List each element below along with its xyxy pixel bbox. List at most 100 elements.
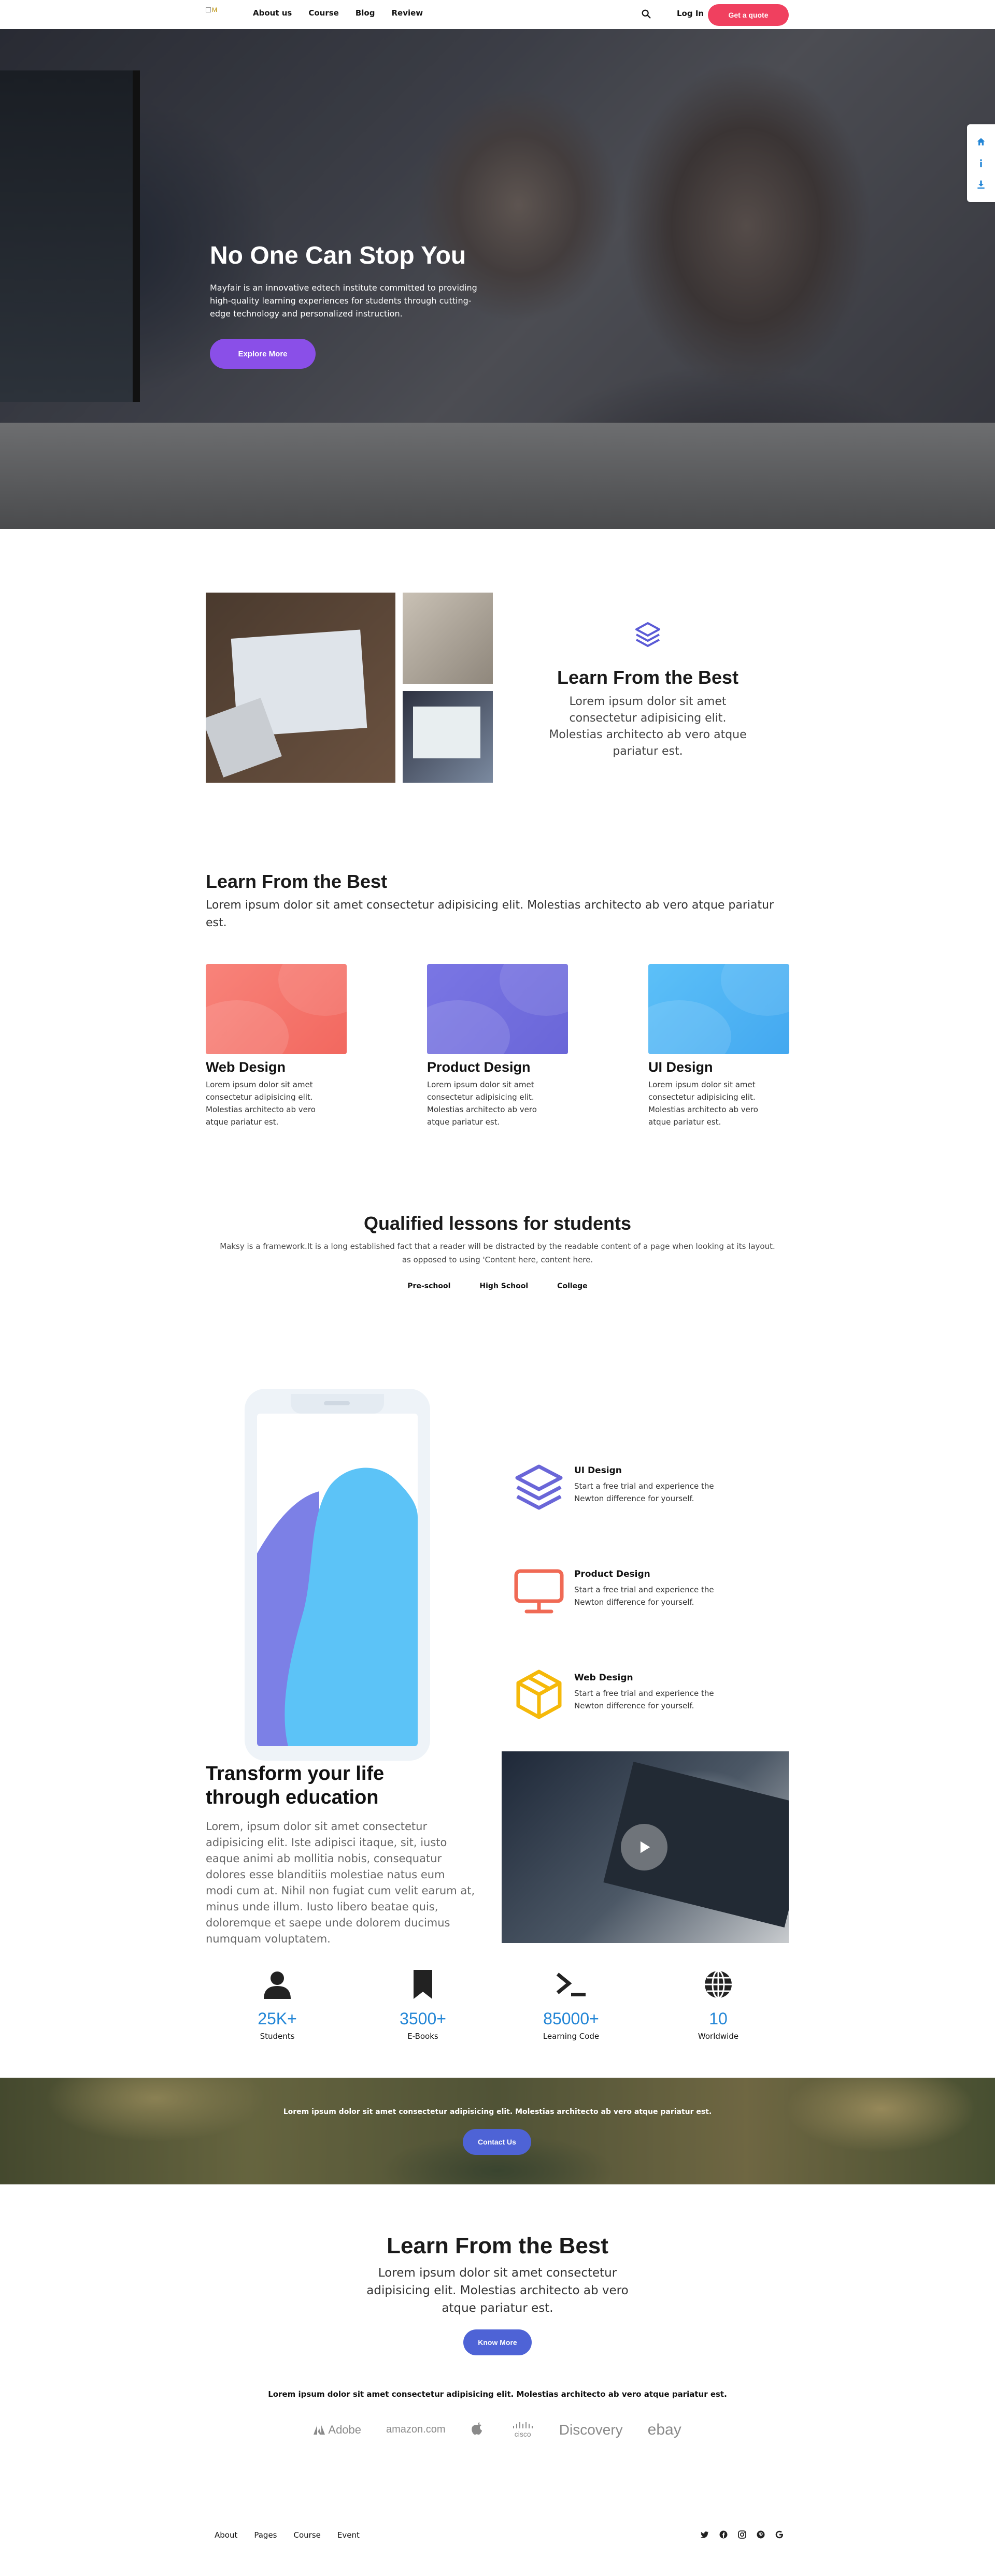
stats-section: 25K+ Students 3500+ E-Books 85000+ Learn… — [0, 1969, 995, 2078]
hero-content: No One Can Stop You Mayfair is an innova… — [210, 241, 500, 369]
phone-notch — [291, 1394, 384, 1414]
learn-best-section: Learn From the Best Lorem ipsum dolor si… — [0, 529, 995, 871]
hero-section: No One Can Stop You Mayfair is an innova… — [0, 29, 995, 529]
footer-link-about[interactable]: About — [215, 2530, 237, 2540]
stat-students: 25K+ Students — [225, 1969, 329, 2041]
cisco-logo: cisco — [513, 2422, 533, 2438]
nav-link-review[interactable]: Review — [391, 8, 423, 18]
feature-text: Start a free trial and experience the Ne… — [574, 1481, 714, 1503]
logo-alt-text: M — [212, 6, 217, 13]
stat-label: Students — [260, 2032, 295, 2041]
feature-title: Product Design — [574, 1569, 650, 1579]
course-card-text: Lorem ipsum dolor sit amet consectetur a… — [206, 1080, 316, 1127]
phone-illustration — [245, 1389, 430, 1761]
login-link[interactable]: Log In — [677, 9, 704, 18]
courses-section: Learn From the Best Lorem ipsum dolor si… — [0, 871, 995, 1213]
footer-link-event[interactable]: Event — [337, 2530, 360, 2540]
learn-best-text: Learn From the Best Lorem ipsum dolor si… — [544, 620, 751, 760]
apple-logo — [471, 2421, 487, 2439]
gallery-image-tablet — [403, 691, 493, 783]
get-quote-button[interactable]: Get a quote — [708, 4, 789, 26]
learn-best-title: Learn From the Best — [557, 667, 739, 688]
play-button[interactable] — [621, 1824, 667, 1870]
banner-text: Lorem ipsum dolor sit amet consectetur a… — [283, 2108, 712, 2116]
tab-pre-school[interactable]: Pre-school — [407, 1282, 450, 1290]
explore-more-button[interactable]: Explore More — [210, 339, 316, 369]
feature-text: Start a free trial and experience the Ne… — [574, 1585, 714, 1607]
side-toolbar — [967, 124, 995, 202]
stat-learning-code: 85000+ Learning Code — [519, 1969, 623, 2041]
course-card-web-design[interactable]: Web Design Lorem ipsum dolor sit amet co… — [206, 964, 347, 1128]
courses-title: Learn From the Best — [206, 871, 388, 892]
footer: About Pages Course Event — [0, 2485, 995, 2576]
partners-section: Lorem ipsum dolor sit amet consectetur a… — [0, 2381, 995, 2485]
top-navbar: M About us Course Blog Review Log In Get… — [0, 0, 995, 29]
lessons-description: Maksy is a framework.It is a long establ… — [220, 1242, 775, 1264]
courses-description: Lorem ipsum dolor sit amet consectetur a… — [206, 899, 774, 929]
feature-product-design: Product Design Start a free trial and ex… — [513, 1565, 731, 1622]
course-card-text: Lorem ipsum dolor sit amet consectetur a… — [648, 1080, 758, 1127]
feature-ui-design: UI Design Start a free trial and experie… — [513, 1461, 731, 1518]
stat-value: 25K+ — [258, 2009, 297, 2028]
course-card-image — [206, 964, 347, 1054]
tab-college[interactable]: College — [557, 1282, 588, 1290]
play-icon — [640, 1841, 650, 1853]
transform-title: Transform your life through education — [206, 1763, 385, 1808]
bookmark-icon — [414, 1970, 432, 1999]
stat-value: 10 — [709, 2009, 728, 2028]
globe-icon — [705, 1970, 732, 1999]
broken-image-icon — [206, 7, 211, 12]
feature-title: Web Design — [574, 1673, 633, 1683]
stat-label: Learning Code — [543, 2032, 600, 2041]
cta-title: Learn From the Best — [387, 2233, 608, 2258]
contact-us-button[interactable]: Contact Us — [463, 2129, 531, 2155]
google-icon[interactable] — [775, 2530, 784, 2539]
tab-high-school[interactable]: High School — [479, 1282, 528, 1290]
lessons-tabs: Pre-school High School College — [0, 1282, 995, 1290]
gallery-image-map — [206, 593, 395, 783]
footer-link-pages[interactable]: Pages — [254, 2530, 277, 2540]
search-icon[interactable] — [641, 8, 652, 20]
download-icon[interactable] — [976, 179, 986, 190]
footer-link-course[interactable]: Course — [294, 2530, 321, 2540]
gallery-image-desk — [403, 593, 493, 684]
nav-link-blog[interactable]: Blog — [356, 8, 375, 18]
hero-title: No One Can Stop You — [210, 242, 466, 269]
cta-description: Lorem ipsum dolor sit amet consectetur a… — [366, 2266, 629, 2315]
partner-logos: Adobe amazon.com cisco Discovery ebay — [0, 2421, 995, 2439]
stat-worldwide: 10 Worldwide — [666, 1969, 770, 2041]
home-icon[interactable] — [976, 137, 986, 147]
instagram-icon[interactable] — [738, 2530, 746, 2539]
footer-links: About Pages Course Event — [215, 2530, 360, 2540]
info-icon[interactable] — [976, 158, 986, 168]
ebay-logo: ebay — [647, 2421, 681, 2438]
course-card-title: UI Design — [648, 1059, 713, 1075]
twitter-icon[interactable] — [701, 2530, 709, 2539]
footer-social — [701, 2530, 784, 2539]
hero-image-desk — [0, 423, 995, 529]
stat-value: 85000+ — [543, 2009, 599, 2028]
course-card-ui-design[interactable]: UI Design Lorem ipsum dolor sit amet con… — [648, 964, 789, 1128]
feature-web-design: Web Design Start a free trial and experi… — [513, 1668, 731, 1725]
video-thumbnail[interactable] — [502, 1751, 789, 1943]
nav-link-about[interactable]: About us — [253, 8, 292, 18]
course-card-title: Product Design — [427, 1059, 531, 1075]
pinterest-icon[interactable] — [757, 2530, 765, 2539]
course-card-product-design[interactable]: Product Design Lorem ipsum dolor sit ame… — [427, 964, 568, 1128]
course-card-text: Lorem ipsum dolor sit amet consectetur a… — [427, 1080, 537, 1127]
hero-description: Mayfair is an innovative edtech institut… — [210, 283, 477, 319]
site-logo[interactable]: M — [206, 6, 228, 20]
user-icon — [264, 1971, 291, 1999]
know-more-button[interactable]: Know More — [463, 2329, 532, 2355]
partners-text: Lorem ipsum dolor sit amet consectetur a… — [268, 2390, 727, 2399]
transform-description: Lorem, ipsum dolor sit amet consectetur … — [206, 1820, 475, 1945]
terminal-icon — [556, 1973, 586, 1996]
course-card-image — [648, 964, 789, 1054]
lessons-section: Qualified lessons for students Maksy is … — [0, 1213, 995, 1337]
facebook-icon[interactable] — [719, 2530, 728, 2539]
features-section: UI Design Start a free trial and experie… — [0, 1337, 995, 1761]
lessons-title: Qualified lessons for students — [363, 1213, 632, 1234]
phone-wave-graphic — [257, 1467, 418, 1746]
nav-links: About us Course Blog Review — [253, 8, 423, 18]
nav-link-course[interactable]: Course — [308, 8, 339, 18]
